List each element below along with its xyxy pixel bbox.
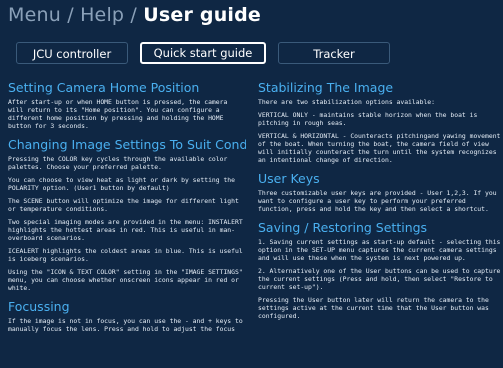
section-paragraph: Three customizable user keys are provide… (258, 189, 497, 213)
section-paragraph: Pressing the COLOR key cycles through th… (8, 155, 228, 171)
section-user-keys: User Keys Three customizable user keys a… (258, 171, 503, 213)
section-heading: Focussing (8, 299, 70, 314)
breadcrumb-menu[interactable]: Menu (8, 4, 61, 26)
section-paragraph: 2. Alternatively one of the User buttons… (258, 267, 501, 291)
section-camera-home: Setting Camera Home Position After start… (8, 80, 246, 130)
section-paragraph: Using the "ICON & TEXT COLOR" setting in… (8, 268, 243, 292)
section-paragraph: VERTICAL & HORIZONTAL - Counteracts pitc… (258, 132, 501, 164)
tab-quick-start-guide[interactable]: Quick start guide (140, 42, 266, 64)
section-heading: Changing Image Settings To Suit Conditio… (8, 137, 246, 152)
tab-jcu-controller[interactable]: JCU controller (16, 42, 128, 64)
section-paragraph: ICEALERT highlights the coldest areas in… (8, 247, 243, 263)
section-stabilizing: Stabilizing The Image There are two stab… (258, 80, 503, 164)
breadcrumb-help[interactable]: Help (80, 4, 124, 26)
tab-tracker[interactable]: Tracker (278, 42, 390, 64)
section-heading: User Keys (258, 171, 320, 186)
section-paragraph: There are two stabilization options avai… (258, 98, 435, 106)
section-heading: Saving / Restoring Settings (258, 220, 428, 235)
section-focussing: Focussing If the image is not in focus, … (8, 299, 246, 333)
left-column: Setting Camera Home Position After start… (8, 80, 246, 368)
breadcrumb-separator: / (60, 4, 81, 26)
section-paragraph: Two special imaging modes are provided i… (8, 218, 243, 242)
section-paragraph: 1. Saving current settings as start-up d… (258, 238, 501, 262)
section-paragraph: If the image is not in focus, you can us… (8, 317, 243, 333)
section-saving-restoring: Saving / Restoring Settings 1. Saving cu… (258, 220, 503, 320)
section-paragraph: The SCENE button will optimize the image… (8, 197, 239, 213)
section-paragraph: You can choose to view heat as light or … (8, 176, 236, 192)
section-image-settings: Changing Image Settings To Suit Conditio… (8, 137, 246, 292)
right-column: Stabilizing The Image There are two stab… (258, 80, 503, 368)
section-heading: Setting Camera Home Position (8, 80, 200, 95)
section-heading: Stabilizing The Image (258, 80, 394, 95)
section-paragraph: Pressing the User button later will retu… (258, 296, 489, 320)
breadcrumb: Menu / Help / User guide (8, 4, 261, 26)
section-paragraph: After start-up or when HOME button is pr… (8, 98, 228, 130)
breadcrumb-separator: / (124, 4, 144, 26)
section-paragraph: VERTICAL ONLY - maintains stable horizon… (258, 111, 478, 127)
page-title: User guide (143, 4, 262, 26)
